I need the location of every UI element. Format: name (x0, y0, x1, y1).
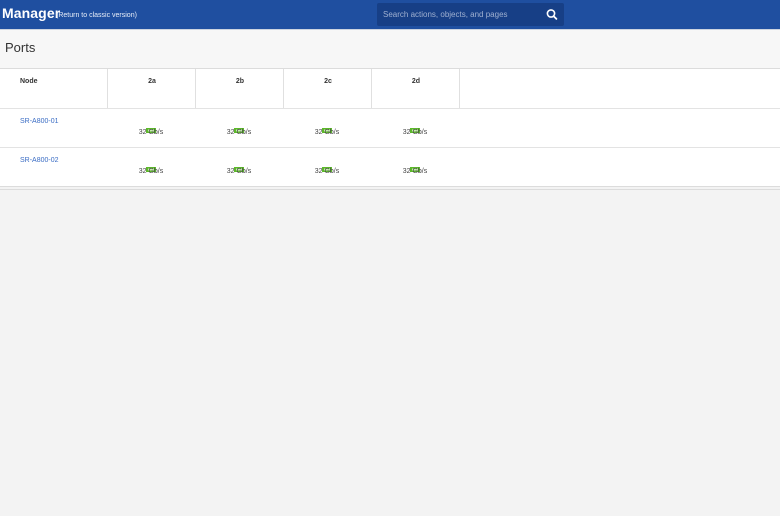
port-up-icon (322, 159, 332, 172)
port-speed: 32 Gb/s (138, 129, 164, 136)
port-speed: 32 Gb/s (226, 129, 252, 136)
node-link[interactable]: SR-A800-01 (20, 118, 59, 125)
port-up-icon (234, 159, 244, 172)
column-header-2d: 2d (372, 69, 460, 108)
port-up-icon (410, 120, 420, 133)
table-row: SR-A800-01 32 Gb/s 32 Gb/s 32 Gb/s 32 Gb… (0, 108, 780, 147)
port-speed: 32 Gb/s (226, 168, 252, 175)
port-up-icon (146, 120, 156, 133)
search-icon[interactable] (544, 7, 560, 22)
port-cell-2a: 32 Gb/s (107, 148, 195, 186)
column-header-label: 2a (148, 78, 156, 85)
node-link[interactable]: SR-A800-02 (20, 157, 59, 164)
column-header-2a: 2a (108, 69, 196, 108)
port-speed: 32 Gb/s (402, 129, 428, 136)
port-cell-2a: 32 Gb/s (107, 109, 195, 147)
port-speed: 32 Gb/s (314, 168, 340, 175)
app-title: Manager (2, 5, 61, 21)
column-header-node: Node (0, 69, 108, 108)
search-input[interactable] (377, 3, 542, 26)
port-cell-2b: 32 Gb/s (195, 109, 283, 147)
table-row: SR-A800-02 32 Gb/s 32 Gb/s 32 Gb/s 32 Gb… (0, 147, 780, 186)
ports-table: Node 2a 2b 2c 2d SR-A800-01 32 Gb/s 32 G… (0, 68, 780, 187)
column-header-label: Node (20, 78, 38, 85)
column-header-2b: 2b (196, 69, 284, 108)
port-up-icon (146, 159, 156, 172)
port-cell-2d: 32 Gb/s (371, 109, 459, 147)
return-to-classic-link[interactable]: (Return to classic version) (56, 12, 137, 19)
port-up-icon (234, 120, 244, 133)
port-cell-2b: 32 Gb/s (195, 148, 283, 186)
port-cell-2d: 32 Gb/s (371, 148, 459, 186)
port-cell-2c: 32 Gb/s (283, 109, 371, 147)
page-header: Ports (0, 29, 780, 68)
port-up-icon (322, 120, 332, 133)
port-cell-2c: 32 Gb/s (283, 148, 371, 186)
divider (0, 189, 780, 190)
search-box (377, 3, 564, 26)
top-bar: Manager (Return to classic version) (0, 0, 780, 29)
port-speed: 32 Gb/s (402, 168, 428, 175)
port-up-icon (410, 159, 420, 172)
port-speed: 32 Gb/s (314, 129, 340, 136)
column-header-label: 2d (411, 78, 421, 85)
column-header-label: 2c (324, 78, 332, 85)
column-header-2c: 2c (284, 69, 372, 108)
column-header-label: 2b (235, 78, 245, 85)
page-title: Ports (5, 40, 36, 55)
port-speed: 32 Gb/s (138, 168, 164, 175)
